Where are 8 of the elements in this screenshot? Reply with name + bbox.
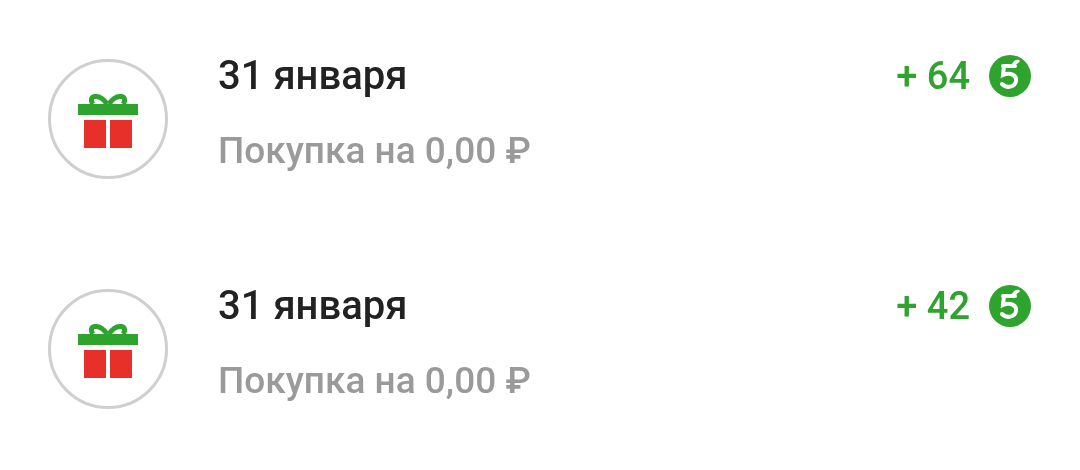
coin-icon — [988, 284, 1032, 328]
points-amount: + 42 — [896, 287, 970, 325]
transaction-description: Покупка на 0,00 ₽ — [218, 362, 532, 399]
transaction-date: 31 января — [218, 286, 408, 326]
transaction-date: 31 января — [218, 56, 408, 96]
transaction-description: Покупка на 0,00 ₽ — [218, 132, 532, 169]
points-amount: + 64 — [896, 57, 970, 95]
coin-icon — [988, 54, 1032, 98]
